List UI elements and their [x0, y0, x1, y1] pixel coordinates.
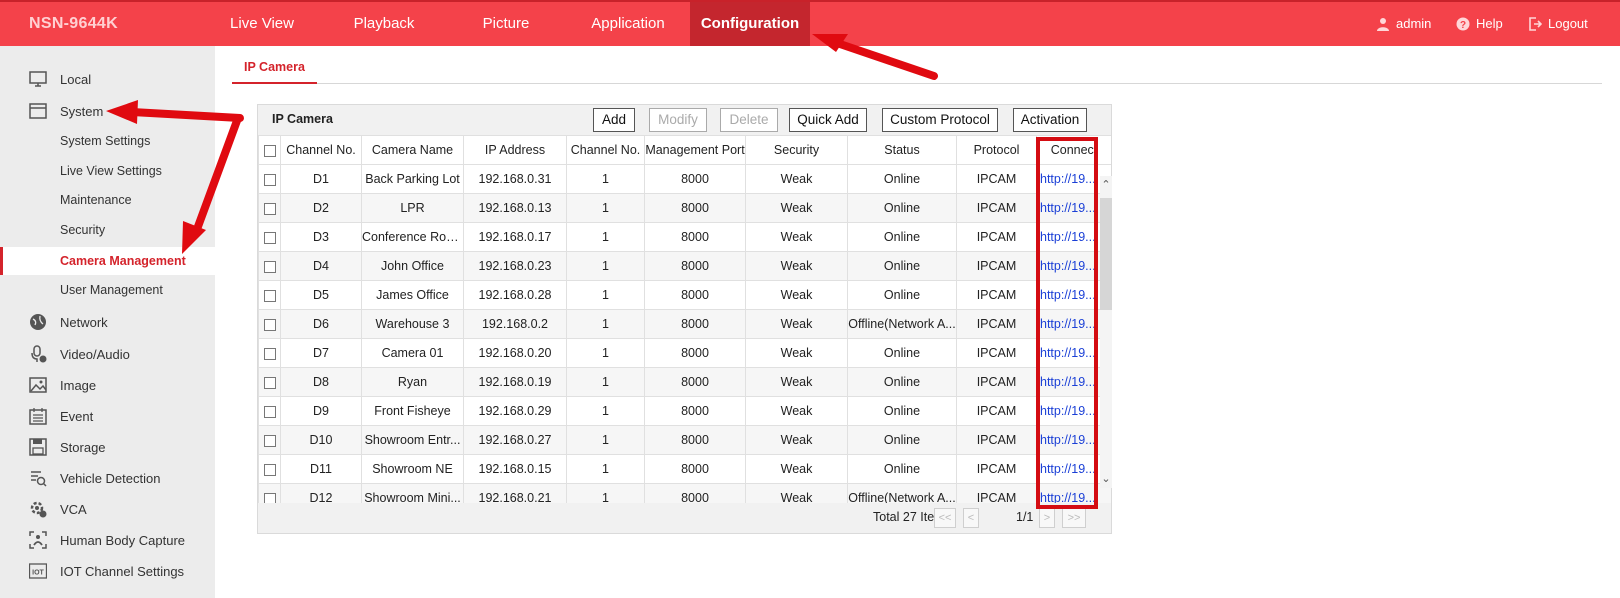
annotation-arrows	[106, 34, 938, 254]
arrow-head-system	[106, 100, 138, 124]
arrow-to-camera-management	[192, 114, 242, 236]
arrow-to-system	[128, 108, 244, 122]
arrow-to-configuration	[833, 39, 938, 80]
